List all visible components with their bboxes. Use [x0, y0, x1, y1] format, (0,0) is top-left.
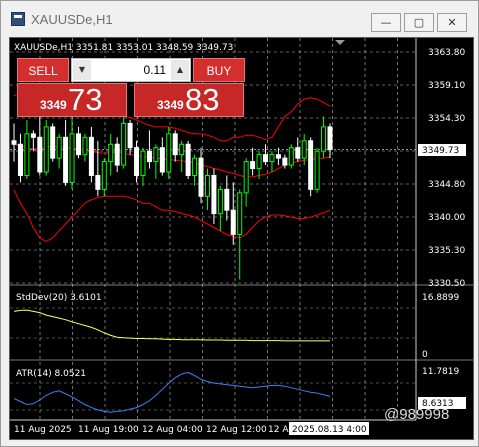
candle-body	[108, 143, 114, 163]
watermark: @989998	[384, 406, 450, 423]
stddev-max-label: 16.8899	[422, 293, 459, 303]
buy-button[interactable]: BUY	[193, 58, 245, 82]
candle-body	[217, 188, 223, 215]
candle-body	[224, 188, 230, 211]
candle-body	[308, 140, 314, 190]
window-title: XAUUSDe,H1	[31, 12, 113, 27]
candle-body	[314, 150, 320, 190]
candle-body	[127, 122, 133, 149]
candle-body	[288, 147, 294, 166]
candle-body	[88, 136, 94, 176]
band-lower-line	[13, 189, 331, 242]
chart-header: XAUUSDe,H1 3351.81 3353.01 3348.59 3349.…	[14, 43, 233, 53]
ask-price-prefix: 3349	[157, 98, 184, 112]
candle-body	[243, 161, 249, 194]
chart-shift-marker[interactable]	[335, 40, 345, 45]
lot-size-value[interactable]: 0.11	[92, 59, 170, 81]
candle-body	[114, 143, 120, 166]
candle-body	[166, 133, 172, 173]
candle-body	[327, 126, 333, 151]
close-button[interactable]: ✕	[437, 13, 467, 32]
candle-body	[301, 140, 307, 159]
time-tick-label: 12 Aug 12:00	[206, 425, 267, 435]
price-tick-label: 3335.30	[428, 246, 465, 256]
lot-decrease-icon[interactable]: ▼	[73, 60, 91, 80]
chart-window-icon	[11, 12, 25, 26]
candle-body	[24, 133, 30, 176]
candle-body	[134, 147, 140, 176]
chart-area[interactable]: 3363.803359.103354.303349.603344.803340.…	[9, 37, 474, 440]
candle-body	[140, 150, 146, 176]
bid-price-button[interactable]: 3349 73	[17, 82, 127, 117]
price-tick-label: 3330.50	[428, 279, 465, 289]
stddev-label: StdDev(20) 3.6101	[16, 293, 102, 303]
one-click-trading-panel: SELL ▼ 0.11 ▲ BUY 3349 73 3349 83	[17, 58, 245, 117]
candle-body	[321, 126, 327, 152]
candle-body	[198, 157, 204, 197]
candle-body	[146, 150, 152, 163]
candle-body	[295, 147, 301, 159]
candle-body	[172, 133, 178, 156]
candle-body	[269, 154, 275, 163]
time-cursor-label: 2025.08.13 4:00	[292, 425, 367, 435]
candle-body	[256, 154, 262, 170]
bid-price-prefix: 3349	[40, 98, 67, 112]
candle-body	[153, 147, 159, 163]
candle-body	[121, 122, 127, 166]
candle-body	[101, 161, 107, 190]
candle-body	[56, 136, 62, 159]
stddev-line	[13, 309, 330, 342]
lot-increase-icon[interactable]: ▲	[171, 60, 189, 80]
price-tick-label: 3354.30	[428, 114, 465, 124]
candle-body	[179, 143, 185, 156]
ask-price-pips: 83	[185, 82, 220, 117]
candle-body	[204, 174, 210, 197]
candle-body	[250, 161, 256, 170]
candle-body	[185, 143, 191, 176]
title-bar[interactable]: XAUUSDe,H1 — ▢ ✕	[1, 1, 478, 37]
atr-label: ATR(14) 8.0521	[16, 369, 86, 379]
candle-body	[230, 209, 236, 235]
candle-body	[263, 154, 269, 163]
candle-body	[50, 126, 56, 159]
sell-button[interactable]: SELL	[17, 58, 69, 82]
time-tick-label: 11 Aug 19:00	[78, 425, 139, 435]
candle-body	[82, 136, 88, 156]
atr-max-label: 11.7819	[422, 367, 459, 377]
stddev-min-label: 0	[422, 350, 428, 360]
time-tick-label: 12 Aug 04:00	[142, 425, 203, 435]
bid-price-pips: 73	[68, 82, 103, 117]
candle-body	[95, 174, 101, 190]
minimize-button[interactable]: —	[371, 13, 401, 32]
price-tick-label: 3363.80	[428, 48, 465, 58]
candle-body	[63, 136, 69, 183]
candle-body	[192, 157, 198, 176]
price-tick-label: 3340.00	[428, 213, 465, 223]
candle-body	[37, 136, 43, 173]
price-tick-label: 3344.80	[428, 180, 465, 190]
candle-body	[275, 154, 281, 159]
candle-body	[43, 126, 49, 173]
candle-body	[75, 133, 81, 156]
candle-body	[30, 133, 36, 138]
candle-body	[237, 192, 243, 235]
time-tick-label: 11 Aug 2025	[14, 425, 72, 435]
candle-body	[69, 133, 75, 183]
ask-price-button[interactable]: 3349 83	[134, 82, 244, 117]
candle-body	[282, 157, 288, 166]
maximize-button[interactable]: ▢	[404, 13, 434, 32]
chart-window: XAUUSDe,H1 — ▢ ✕ 3363.80 3359.10 3354.30 33…	[0, 0, 479, 447]
current-price-label: 3349.73	[422, 146, 459, 156]
candle-body	[11, 140, 17, 145]
price-tick-label: 3359.10	[428, 81, 465, 91]
candle-body	[211, 174, 217, 215]
lot-size-field[interactable]: ▼ 0.11 ▲	[71, 58, 191, 82]
candle-body	[17, 143, 23, 176]
candle-body	[159, 147, 165, 173]
